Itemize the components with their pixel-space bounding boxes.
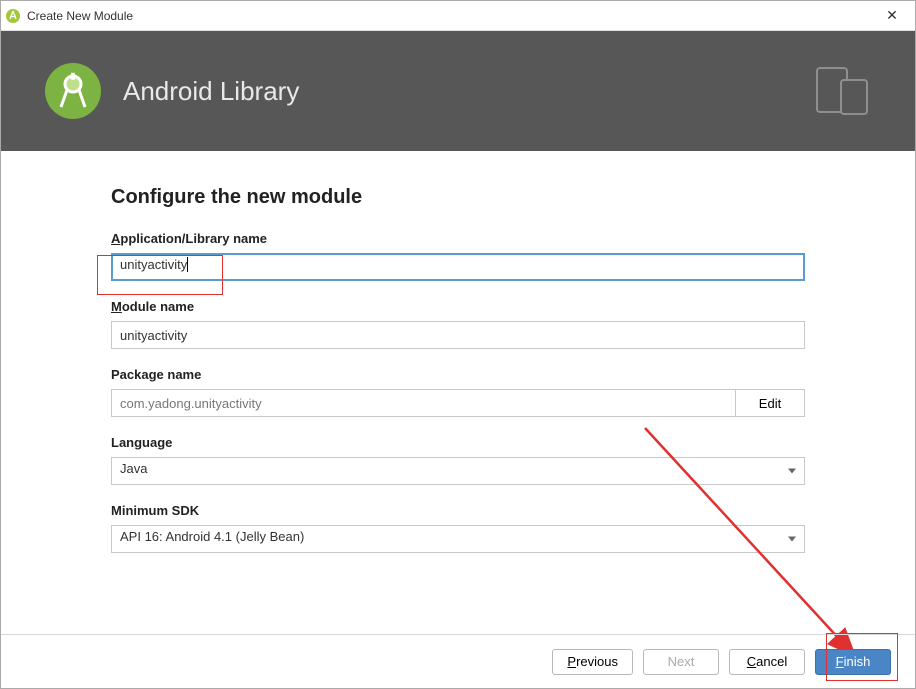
close-button[interactable]: ✕ [869, 1, 915, 31]
android-studio-logo-icon [45, 63, 101, 119]
language-label: Language [111, 435, 805, 450]
cancel-button[interactable]: Cancel [729, 649, 805, 675]
window-title: Create New Module [27, 9, 869, 23]
title-bar: Create New Module ✕ [1, 1, 915, 31]
package-name-label: Package name [111, 367, 805, 382]
chevron-down-icon [788, 469, 796, 474]
application-name-label: Application/Library name [111, 231, 805, 246]
previous-button[interactable]: Previous [552, 649, 633, 675]
min-sdk-label: Minimum SDK [111, 503, 805, 518]
language-select[interactable]: Java [111, 457, 805, 485]
application-name-field: Application/Library name unityactivity [111, 231, 805, 281]
min-sdk-select[interactable]: API 16: Android 4.1 (Jelly Bean) [111, 525, 805, 553]
module-name-label: Module name [111, 299, 805, 314]
edit-button[interactable]: Edit [735, 389, 805, 417]
language-field: Language Java [111, 435, 805, 485]
close-icon: ✕ [886, 7, 898, 24]
form-heading: Configure the new module [111, 186, 805, 209]
module-name-input[interactable] [111, 321, 805, 349]
banner-title: Android Library [123, 76, 299, 107]
chevron-down-icon [788, 537, 796, 542]
module-name-field: Module name [111, 299, 805, 349]
devices-icon [815, 64, 875, 118]
min-sdk-field: Minimum SDK API 16: Android 4.1 (Jelly B… [111, 503, 805, 553]
finish-button[interactable]: Finish [815, 649, 891, 675]
language-value: Java [120, 461, 147, 476]
dialog-window: Create New Module ✕ Android Library [0, 0, 916, 689]
application-name-input[interactable]: unityactivity [111, 253, 805, 281]
next-button: Next [643, 649, 719, 675]
package-name-field: Package name Edit [111, 367, 805, 417]
form-body: Configure the new module Application/Lib… [1, 151, 915, 634]
wizard-banner: Android Library [1, 31, 915, 151]
android-studio-icon [5, 8, 21, 24]
wizard-footer: Previous Next Cancel Finish [1, 634, 915, 688]
min-sdk-value: API 16: Android 4.1 (Jelly Bean) [120, 529, 304, 544]
package-name-input [111, 389, 735, 417]
